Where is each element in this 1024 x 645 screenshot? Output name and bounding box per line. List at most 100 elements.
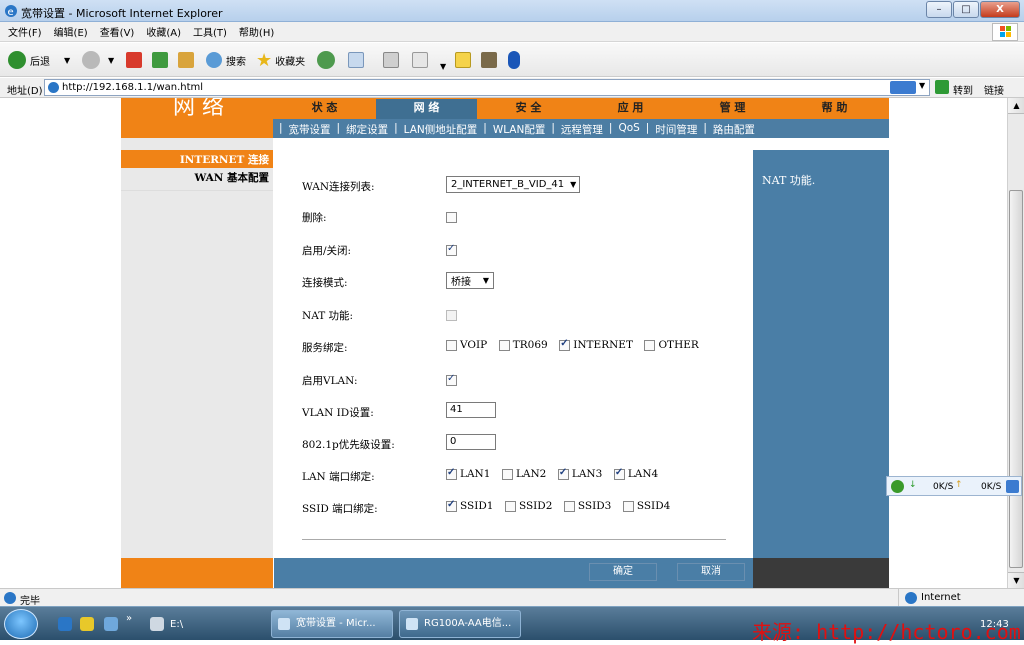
subnav-remote[interactable]: 远程管理 [561,122,603,137]
voip-checkbox[interactable] [446,339,457,351]
chevron-right-icon[interactable]: » [126,613,132,624]
menu-favorites[interactable]: 收藏(A) [146,24,181,39]
lan2-option[interactable]: LAN2 [501,468,546,480]
start-button[interactable] [4,609,38,639]
stop-icon[interactable] [126,52,142,68]
service-other[interactable]: OTHER [644,339,699,351]
print-icon[interactable] [383,52,399,68]
lan4-option[interactable]: LAN4 [613,467,658,480]
go-button[interactable]: 转到 [953,82,973,97]
chevron-down-icon[interactable]: ▼ [440,56,446,76]
other-checkbox[interactable] [644,339,656,351]
subnav-binding[interactable]: 绑定设置 [346,122,388,137]
scroll-thumb[interactable] [1009,190,1023,568]
nav-application[interactable]: 应 用 [580,99,681,119]
ssid1-option[interactable]: SSID1 [446,499,493,512]
nav-status[interactable]: 状 态 [274,99,375,119]
tr069-checkbox[interactable] [498,339,510,351]
service-tr069[interactable]: TR069 [498,339,548,351]
vlan-id-input[interactable]: 41 [446,402,496,418]
scroll-up-icon[interactable]: ▲ [1008,98,1024,114]
scroll-down-icon[interactable]: ▼ [1008,572,1024,588]
ssid2-option[interactable]: SSID2 [504,500,552,512]
links-button[interactable]: 链接 [984,82,1004,97]
nav-security[interactable]: 安 全 [478,99,579,119]
nat-checkbox[interactable] [446,309,457,321]
edit-icon[interactable] [412,52,428,68]
favorites-button[interactable]: ★ 收藏夹 [256,50,305,71]
lan4-checkbox[interactable] [613,467,625,480]
chevron-down-icon: ▼ [570,180,577,189]
subnav-qos[interactable]: QoS [618,122,639,137]
chevron-down-icon: ▼ [64,55,71,65]
vlan-enable-checkbox[interactable] [446,373,457,386]
ssid1-checkbox[interactable] [446,499,457,512]
svg-text:e: e [8,7,14,18]
lan3-option[interactable]: LAN3 [557,467,602,480]
service-voip[interactable]: VOIP [446,339,487,351]
close-button[interactable]: X [980,1,1020,18]
task-broadband[interactable]: 宽带设置 - Micr... [271,610,393,638]
qq-icon[interactable] [80,617,94,631]
delete-checkbox[interactable] [446,211,457,223]
drive-label[interactable]: E:\ [170,619,183,630]
net-speed-widget[interactable]: ↓ 0K/S ↑ 0K/S [886,476,1022,496]
lan3-checkbox[interactable] [557,467,569,480]
menu-help[interactable]: 帮助(H) [239,24,274,39]
ssid4-option[interactable]: SSID4 [622,500,670,512]
ok-button[interactable]: 确定 [589,563,657,581]
bluetooth-icon[interactable] [508,51,520,69]
menu-edit[interactable]: 编辑(E) [54,24,88,39]
security-zone[interactable]: Internet [898,589,1024,607]
subnav-wlan[interactable]: WLAN配置 [493,122,546,137]
forward-arrow-icon [82,51,100,69]
vertical-scrollbar[interactable]: ▲ ▼ [1007,98,1024,588]
home-icon[interactable] [178,52,194,68]
lan1-option[interactable]: LAN1 [446,467,490,480]
compat-icon[interactable] [890,81,916,94]
page-content: 网 络 状 态 网 络 安 全 应 用 管 理 帮 助 | 宽带设置 | 绑定设置… [0,98,1007,588]
subnav-lan-address[interactable]: LAN侧地址配置 [404,122,478,137]
mode-select[interactable]: 桥接 ▼ [446,272,494,289]
task-rg100a[interactable]: RG100A-AA电信... [399,610,521,638]
ssid4-checkbox[interactable] [622,500,634,512]
subnav-broadband[interactable]: 宽带设置 [289,122,331,137]
sidebar-internet-connection[interactable]: INTERNET 连接 [180,152,269,167]
lan1-checkbox[interactable] [446,467,457,480]
subnav-time[interactable]: 时间管理 [655,122,697,137]
subnav-route[interactable]: 路由配置 [713,122,755,137]
show-desktop-icon[interactable] [104,617,118,631]
ssid3-checkbox[interactable] [563,500,575,512]
ie-quicklaunch-icon[interactable] [58,617,72,631]
menu-view[interactable]: 查看(V) [100,24,135,39]
lan-bind-label: LAN 端口绑定: [302,471,375,483]
note-icon[interactable] [455,52,471,68]
nav-network[interactable]: 网 络 [376,99,477,119]
nav-management[interactable]: 管 理 [682,99,783,119]
refresh-icon[interactable] [152,52,168,68]
back-button[interactable]: 后退 ▼ [8,50,70,70]
priority-input[interactable]: 0 [446,434,496,450]
chevron-down-icon[interactable]: ▼ [919,81,925,90]
mail-icon[interactable] [348,52,364,68]
search-button[interactable]: 搜索 [206,50,246,70]
service-internet[interactable]: INTERNET [559,338,633,351]
enable-checkbox[interactable] [446,243,457,256]
forward-button[interactable]: ▼ [82,50,114,70]
menu-tools[interactable]: 工具(T) [193,24,227,39]
go-arrow-icon[interactable] [935,80,949,94]
wan-list-select[interactable]: 2_INTERNET_B_VID_41 ▼ [446,176,580,193]
nav-help[interactable]: 帮 助 [784,99,885,119]
minimize-button[interactable]: – [926,1,952,18]
ssid3-option[interactable]: SSID3 [563,500,611,512]
ssid2-checkbox[interactable] [504,500,516,512]
history-icon[interactable] [317,51,335,69]
download-arrow-icon: ↓ [909,480,917,490]
cancel-button[interactable]: 取消 [677,563,745,581]
messenger-icon[interactable] [481,52,497,68]
menu-file[interactable]: 文件(F) [8,24,42,39]
maximize-button[interactable]: □ [953,1,979,18]
internet-checkbox[interactable] [559,338,571,351]
lan2-checkbox[interactable] [501,468,513,480]
sidebar-wan-basic[interactable]: WAN 基本配置 [194,170,269,185]
